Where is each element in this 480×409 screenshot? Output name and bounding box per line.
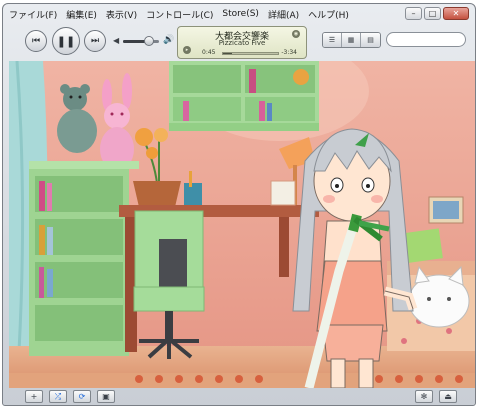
now-playing-display: 大都会交響楽 Pizzicato Five ▸ ◉ 0:45 -3:34 — [177, 26, 307, 59]
playback-progress-bar[interactable] — [222, 52, 279, 55]
shuffle-button[interactable]: ⤮ — [49, 390, 67, 403]
toolbar: ⏮ ❚❚ ⏭ ◀ 🔊 大都会交響楽 Pizzicato Five ▸ ◉ 0:4… — [3, 24, 475, 62]
artwork-icon: ▣ — [102, 392, 110, 401]
menu-help[interactable]: ヘルプ(H) — [308, 8, 349, 21]
bottom-bar: + ⤮ ⟳ ▣ ✻ ⏏ — [3, 387, 475, 405]
volume-slider-knob[interactable] — [143, 36, 154, 46]
rewind-icon: ⏮ — [31, 36, 41, 46]
play-pause-button[interactable]: ❚❚ — [52, 27, 80, 55]
shuffle-icon: ⤮ — [54, 391, 62, 401]
genius-icon[interactable]: ◉ — [292, 30, 300, 38]
display-mode-icon[interactable]: ▸ — [183, 46, 191, 54]
visualizer-icon: ✻ — [420, 392, 428, 401]
next-track-button[interactable]: ⏭ — [84, 30, 106, 52]
itunes-window: ファイル(F) 編集(E) 表示(V) コントロール(C) Store(S) 詳… — [2, 3, 476, 406]
visualizer-button[interactable]: ✻ — [415, 390, 433, 403]
show-artwork-button[interactable]: ▣ — [97, 390, 115, 403]
volume-slider[interactable] — [123, 36, 159, 46]
video-frame[interactable] — [9, 61, 475, 388]
grid-view-icon: ▦ — [347, 36, 355, 44]
menu-advanced[interactable]: 詳細(A) — [268, 8, 299, 21]
song-artist: Pizzicato Five — [218, 39, 266, 47]
remaining-time: -3:34 — [281, 49, 297, 56]
menu-view[interactable]: 表示(V) — [106, 8, 137, 21]
plus-icon: + — [30, 392, 38, 401]
repeat-button[interactable]: ⟳ — [73, 390, 91, 403]
elapsed-time: 0:45 — [202, 49, 216, 56]
search-input[interactable] — [386, 32, 466, 47]
coverflow-view-button[interactable]: ▤ — [361, 33, 380, 47]
pause-icon: ❚❚ — [56, 34, 76, 48]
close-button[interactable]: ✕ — [443, 7, 469, 20]
eject-icon: ⏏ — [444, 392, 452, 401]
fast-forward-icon: ⏭ — [90, 36, 100, 46]
coverflow-view-icon: ▤ — [367, 36, 374, 44]
playback-progress-fill — [223, 53, 233, 54]
eject-button[interactable]: ⏏ — [439, 390, 457, 403]
menu-file[interactable]: ファイル(F) — [9, 8, 57, 21]
menu-store[interactable]: Store(S) — [222, 9, 259, 19]
minimize-button[interactable]: – — [405, 7, 422, 20]
view-mode-group: ☰ ▦ ▤ — [322, 32, 381, 48]
volume-low-icon: ◀ — [113, 36, 120, 45]
cat-pillow — [408, 265, 470, 328]
previous-track-button[interactable]: ⏮ — [25, 30, 47, 52]
grid-view-button[interactable]: ▦ — [342, 33, 361, 47]
list-view-icon: ☰ — [328, 36, 336, 44]
menu-edit[interactable]: 編集(E) — [66, 8, 97, 21]
add-playlist-button[interactable]: + — [25, 390, 43, 403]
maximize-button[interactable]: □ — [424, 7, 441, 20]
window-controls: – □ ✕ — [405, 7, 469, 20]
repeat-icon: ⟳ — [78, 392, 86, 401]
list-view-button[interactable]: ☰ — [323, 33, 342, 47]
volume-high-icon: 🔊 — [163, 35, 175, 45]
menu-controls[interactable]: コントロール(C) — [146, 8, 213, 21]
anime-scene-illustration — [9, 61, 475, 388]
